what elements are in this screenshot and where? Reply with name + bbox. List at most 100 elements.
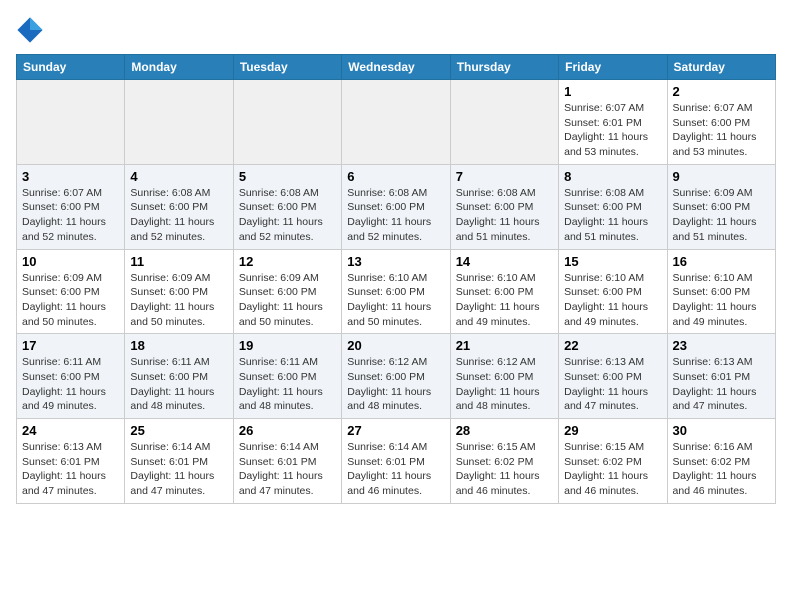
day-info: Sunrise: 6:14 AM Sunset: 6:01 PM Dayligh… (130, 440, 227, 499)
calendar-cell: 22 Sunrise: 6:13 AM Sunset: 6:00 PM Dayli… (559, 334, 667, 419)
calendar-cell (17, 80, 125, 165)
weekday-header-row: SundayMondayTuesdayWednesdayThursdayFrid… (17, 55, 776, 80)
calendar-cell: 13 Sunrise: 6:10 AM Sunset: 6:00 PM Dayli… (342, 249, 450, 334)
day-number: 7 (456, 169, 553, 184)
logo (16, 16, 48, 44)
day-info: Sunrise: 6:07 AM Sunset: 6:00 PM Dayligh… (22, 186, 119, 245)
day-info: Sunrise: 6:08 AM Sunset: 6:00 PM Dayligh… (239, 186, 336, 245)
day-info: Sunrise: 6:07 AM Sunset: 6:01 PM Dayligh… (564, 101, 661, 160)
day-number: 1 (564, 84, 661, 99)
calendar-cell: 25Sunrise: 6:14 AM Sunset: 6:01 PM Dayli… (125, 419, 233, 504)
day-number: 9 (673, 169, 770, 184)
weekday-header-saturday: Saturday (667, 55, 775, 80)
calendar-cell: 8 Sunrise: 6:08 AM Sunset: 6:00 PM Daylig… (559, 164, 667, 249)
day-info: Sunrise: 6:11 AM Sunset: 6:00 PM Dayligh… (130, 355, 227, 414)
day-number: 18 (130, 338, 227, 353)
day-number: 3 (22, 169, 119, 184)
day-number: 6 (347, 169, 444, 184)
day-info: Sunrise: 6:12 AM Sunset: 6:00 PM Dayligh… (347, 355, 444, 414)
day-info: Sunrise: 6:15 AM Sunset: 6:02 PM Dayligh… (564, 440, 661, 499)
calendar-cell: 29 Sunrise: 6:15 AM Sunset: 6:02 PM Dayli… (559, 419, 667, 504)
day-number: 22 (564, 338, 661, 353)
calendar-cell: 15Sunrise: 6:10 AM Sunset: 6:00 PM Dayli… (559, 249, 667, 334)
day-info: Sunrise: 6:10 AM Sunset: 6:00 PM Dayligh… (673, 271, 770, 330)
calendar-cell: 27Sunrise: 6:14 AM Sunset: 6:01 PM Dayli… (342, 419, 450, 504)
calendar-cell: 30 Sunrise: 6:16 AM Sunset: 6:02 PM Dayli… (667, 419, 775, 504)
calendar-cell: 9 Sunrise: 6:09 AM Sunset: 6:00 PM Daylig… (667, 164, 775, 249)
calendar-cell: 14 Sunrise: 6:10 AM Sunset: 6:00 PM Dayli… (450, 249, 558, 334)
day-info: Sunrise: 6:09 AM Sunset: 6:00 PM Dayligh… (22, 271, 119, 330)
week-row-5: 24 Sunrise: 6:13 AM Sunset: 6:01 PM Dayli… (17, 419, 776, 504)
day-info: Sunrise: 6:10 AM Sunset: 6:00 PM Dayligh… (564, 271, 661, 330)
calendar-cell: 21 Sunrise: 6:12 AM Sunset: 6:00 PM Dayli… (450, 334, 558, 419)
day-number: 20 (347, 338, 444, 353)
day-number: 8 (564, 169, 661, 184)
calendar-cell: 5 Sunrise: 6:08 AM Sunset: 6:00 PM Daylig… (233, 164, 341, 249)
logo-icon (16, 16, 44, 44)
calendar-cell (125, 80, 233, 165)
day-info: Sunrise: 6:11 AM Sunset: 6:00 PM Dayligh… (239, 355, 336, 414)
day-number: 29 (564, 423, 661, 438)
calendar-cell: 12Sunrise: 6:09 AM Sunset: 6:00 PM Dayli… (233, 249, 341, 334)
calendar-cell: 6 Sunrise: 6:08 AM Sunset: 6:00 PM Daylig… (342, 164, 450, 249)
calendar-cell: 11 Sunrise: 6:09 AM Sunset: 6:00 PM Dayli… (125, 249, 233, 334)
page-header (16, 16, 776, 44)
day-info: Sunrise: 6:08 AM Sunset: 6:00 PM Dayligh… (564, 186, 661, 245)
calendar-cell: 23Sunrise: 6:13 AM Sunset: 6:01 PM Dayli… (667, 334, 775, 419)
day-info: Sunrise: 6:09 AM Sunset: 6:00 PM Dayligh… (130, 271, 227, 330)
day-info: Sunrise: 6:13 AM Sunset: 6:00 PM Dayligh… (564, 355, 661, 414)
day-info: Sunrise: 6:09 AM Sunset: 6:00 PM Dayligh… (239, 271, 336, 330)
day-info: Sunrise: 6:10 AM Sunset: 6:00 PM Dayligh… (347, 271, 444, 330)
day-number: 21 (456, 338, 553, 353)
day-info: Sunrise: 6:12 AM Sunset: 6:00 PM Dayligh… (456, 355, 553, 414)
calendar-cell: 19 Sunrise: 6:11 AM Sunset: 6:00 PM Dayli… (233, 334, 341, 419)
calendar-cell: 2 Sunrise: 6:07 AM Sunset: 6:00 PM Daylig… (667, 80, 775, 165)
day-number: 24 (22, 423, 119, 438)
day-info: Sunrise: 6:08 AM Sunset: 6:00 PM Dayligh… (130, 186, 227, 245)
week-row-4: 17Sunrise: 6:11 AM Sunset: 6:00 PM Dayli… (17, 334, 776, 419)
day-info: Sunrise: 6:09 AM Sunset: 6:00 PM Dayligh… (673, 186, 770, 245)
calendar-cell: 20 Sunrise: 6:12 AM Sunset: 6:00 PM Dayli… (342, 334, 450, 419)
day-info: Sunrise: 6:07 AM Sunset: 6:00 PM Dayligh… (673, 101, 770, 160)
day-info: Sunrise: 6:10 AM Sunset: 6:00 PM Dayligh… (456, 271, 553, 330)
week-row-2: 3 Sunrise: 6:07 AM Sunset: 6:00 PM Daylig… (17, 164, 776, 249)
calendar-cell: 7 Sunrise: 6:08 AM Sunset: 6:00 PM Daylig… (450, 164, 558, 249)
weekday-header-sunday: Sunday (17, 55, 125, 80)
day-number: 13 (347, 254, 444, 269)
week-row-3: 10 Sunrise: 6:09 AM Sunset: 6:00 PM Dayli… (17, 249, 776, 334)
weekday-header-wednesday: Wednesday (342, 55, 450, 80)
day-number: 23 (673, 338, 770, 353)
calendar-cell (450, 80, 558, 165)
day-number: 14 (456, 254, 553, 269)
calendar-cell: 17Sunrise: 6:11 AM Sunset: 6:00 PM Dayli… (17, 334, 125, 419)
day-number: 2 (673, 84, 770, 99)
day-number: 10 (22, 254, 119, 269)
calendar-cell: 28Sunrise: 6:15 AM Sunset: 6:02 PM Dayli… (450, 419, 558, 504)
calendar-cell: 16Sunrise: 6:10 AM Sunset: 6:00 PM Dayli… (667, 249, 775, 334)
day-info: Sunrise: 6:08 AM Sunset: 6:00 PM Dayligh… (456, 186, 553, 245)
weekday-header-monday: Monday (125, 55, 233, 80)
day-number: 19 (239, 338, 336, 353)
day-info: Sunrise: 6:13 AM Sunset: 6:01 PM Dayligh… (22, 440, 119, 499)
day-number: 11 (130, 254, 227, 269)
calendar-cell: 24 Sunrise: 6:13 AM Sunset: 6:01 PM Dayli… (17, 419, 125, 504)
day-info: Sunrise: 6:14 AM Sunset: 6:01 PM Dayligh… (239, 440, 336, 499)
day-info: Sunrise: 6:11 AM Sunset: 6:00 PM Dayligh… (22, 355, 119, 414)
day-number: 5 (239, 169, 336, 184)
calendar-cell: 10 Sunrise: 6:09 AM Sunset: 6:00 PM Dayli… (17, 249, 125, 334)
calendar-cell: 18 Sunrise: 6:11 AM Sunset: 6:00 PM Dayli… (125, 334, 233, 419)
weekday-header-friday: Friday (559, 55, 667, 80)
week-row-1: 1 Sunrise: 6:07 AM Sunset: 6:01 PM Daylig… (17, 80, 776, 165)
calendar-cell: 1 Sunrise: 6:07 AM Sunset: 6:01 PM Daylig… (559, 80, 667, 165)
day-number: 27 (347, 423, 444, 438)
weekday-header-tuesday: Tuesday (233, 55, 341, 80)
calendar-table: SundayMondayTuesdayWednesdayThursdayFrid… (16, 54, 776, 504)
day-info: Sunrise: 6:16 AM Sunset: 6:02 PM Dayligh… (673, 440, 770, 499)
day-info: Sunrise: 6:08 AM Sunset: 6:00 PM Dayligh… (347, 186, 444, 245)
calendar-cell (342, 80, 450, 165)
calendar-cell: 3 Sunrise: 6:07 AM Sunset: 6:00 PM Daylig… (17, 164, 125, 249)
day-number: 30 (673, 423, 770, 438)
calendar-cell: 4Sunrise: 6:08 AM Sunset: 6:00 PM Daylig… (125, 164, 233, 249)
day-number: 26 (239, 423, 336, 438)
day-info: Sunrise: 6:15 AM Sunset: 6:02 PM Dayligh… (456, 440, 553, 499)
